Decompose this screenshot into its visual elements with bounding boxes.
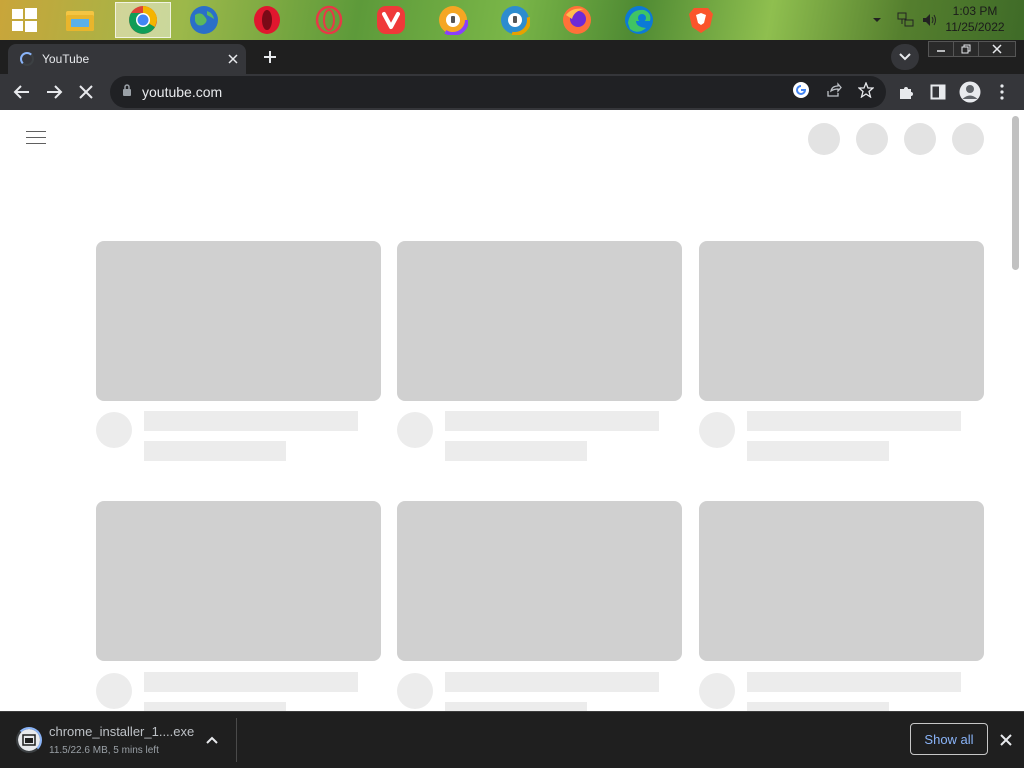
opera-icon[interactable] (249, 2, 285, 38)
skeleton-header-icon (856, 123, 888, 155)
close-tab-icon[interactable] (228, 54, 238, 64)
close-download-shelf-icon[interactable] (996, 730, 1016, 750)
loading-spinner-icon (20, 52, 34, 66)
back-arrow-icon[interactable] (10, 80, 34, 104)
skeleton-meta-line (747, 441, 889, 461)
skeleton-thumbnail (96, 241, 381, 401)
tab-strip: YouTube (0, 40, 1024, 74)
side-panel-icon[interactable] (926, 80, 950, 104)
clock-date: 11/25/2022 (945, 20, 1005, 34)
skeleton-meta-line (445, 702, 587, 711)
skeleton-header-icon (952, 123, 984, 155)
chevron-up-icon[interactable] (204, 732, 220, 748)
more-options-kebab-icon[interactable] (990, 80, 1014, 104)
page-viewport (0, 110, 1024, 711)
skeleton-thumbnail (699, 241, 984, 401)
vivaldi-icon[interactable] (373, 2, 409, 38)
file-explorer-icon[interactable] (62, 2, 98, 38)
new-tab-icon[interactable] (258, 45, 282, 69)
avast-browser-icon[interactable] (435, 2, 471, 38)
forward-arrow-icon[interactable] (42, 80, 66, 104)
opera-gx-icon[interactable] (311, 2, 347, 38)
close-window-icon[interactable] (978, 41, 1016, 57)
bookmark-star-icon[interactable] (857, 80, 875, 103)
skeleton-avatar (397, 412, 433, 448)
download-status: 11.5/22.6 MB, 5 mins left (49, 745, 159, 756)
skeleton-meta-line (747, 702, 889, 711)
download-progress-ring (16, 727, 42, 753)
skeleton-meta-line (445, 441, 587, 461)
skeleton-title-line (144, 672, 358, 692)
hamburger-menu-icon[interactable] (26, 131, 46, 145)
lock-icon[interactable] (122, 83, 132, 101)
firefox-icon[interactable] (559, 2, 595, 38)
extensions-puzzle-icon[interactable] (894, 80, 918, 104)
show-all-button[interactable]: Show all (910, 723, 988, 755)
profile-avatar-icon[interactable] (958, 80, 982, 104)
stop-loading-icon[interactable] (74, 80, 98, 104)
skeleton-title-line (747, 672, 961, 692)
edge-icon[interactable] (621, 2, 657, 38)
skeleton-avatar (699, 412, 735, 448)
globe-browser-icon[interactable] (186, 2, 222, 38)
skeleton-thumbnail (699, 501, 984, 661)
network-icon[interactable] (897, 0, 915, 40)
google-lens-icon[interactable] (792, 81, 810, 104)
restore-icon[interactable] (953, 41, 979, 57)
tab-search-chevron-down-icon[interactable] (891, 44, 919, 70)
url-text: youtube.com (142, 84, 223, 100)
browser-toolbar: youtube.com (0, 74, 1024, 110)
windows-start-icon[interactable] (6, 2, 42, 38)
page-scrollbar[interactable] (1012, 116, 1019, 270)
tab-title: YouTube (42, 52, 90, 66)
skeleton-thumbnail (397, 241, 682, 401)
skeleton-header-icon (808, 123, 840, 155)
skeleton-meta-line (144, 702, 286, 711)
avg-browser-icon[interactable] (497, 2, 533, 38)
brave-icon[interactable] (683, 2, 719, 38)
address-bar[interactable]: youtube.com (110, 76, 886, 108)
download-filename[interactable]: chrome_installer_1....exe (49, 724, 194, 739)
download-shelf: chrome_installer_1....exe 11.5/22.6 MB, … (0, 711, 1024, 768)
skeleton-header-icon (904, 123, 936, 155)
divider (236, 718, 237, 762)
skeleton-title-line (144, 411, 358, 431)
windows-taskbar: 1:03 PM 11/25/2022 (0, 0, 1024, 40)
share-icon[interactable] (826, 81, 842, 103)
clock-time: 1:03 PM (952, 4, 998, 18)
minimize-icon[interactable] (928, 41, 954, 57)
tab-youtube[interactable]: YouTube (8, 44, 246, 74)
chrome-icon[interactable] (115, 2, 171, 38)
volume-icon[interactable] (921, 0, 939, 40)
system-clock[interactable]: 1:03 PM 11/25/2022 (940, 3, 1010, 35)
skeleton-avatar (96, 673, 132, 709)
skeleton-avatar (699, 673, 735, 709)
skeleton-avatar (96, 412, 132, 448)
skeleton-title-line (445, 411, 659, 431)
skeleton-title-line (445, 672, 659, 692)
skeleton-thumbnail (397, 501, 682, 661)
skeleton-title-line (747, 411, 961, 431)
skeleton-meta-line (144, 441, 286, 461)
skeleton-avatar (397, 673, 433, 709)
skeleton-thumbnail (96, 501, 381, 661)
show-hidden-icons-icon[interactable] (872, 0, 882, 40)
